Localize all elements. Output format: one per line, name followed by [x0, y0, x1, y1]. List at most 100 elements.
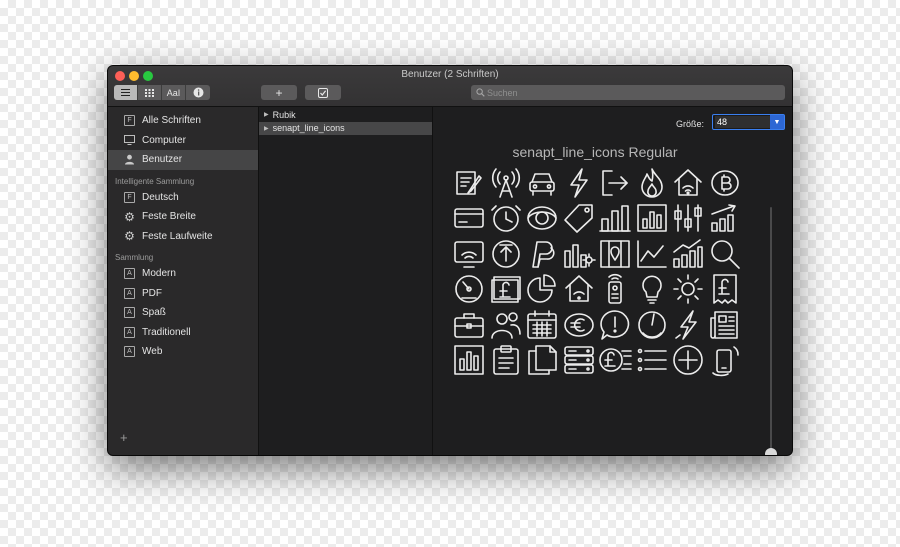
monitor-icon	[124, 135, 135, 146]
pie-chart-icon	[524, 272, 561, 308]
briefcase-icon	[451, 307, 488, 343]
sidebar-item-label: Computer	[142, 134, 186, 146]
team-users-icon	[488, 307, 525, 343]
view-grid-button[interactable]	[138, 85, 162, 100]
sidebar-item-label: PDF	[142, 287, 162, 299]
validate-font-button[interactable]	[305, 85, 341, 100]
bitcoin-coin-icon	[707, 165, 744, 201]
size-label: Größe:	[676, 119, 705, 129]
sidebar-item-benutzer[interactable]: Benutzer	[108, 150, 258, 170]
info-button[interactable]	[186, 85, 210, 100]
collection-header: Sammlung	[115, 253, 154, 262]
eye-target-icon	[524, 201, 561, 237]
font-list-item-rubik[interactable]: ▶ Rubik	[259, 108, 432, 122]
font-book-icon: F	[124, 191, 135, 203]
disclosure-triangle-icon[interactable]: ▶	[264, 111, 269, 118]
size-slider-knob[interactable]	[765, 448, 777, 455]
bar-chart-icon	[597, 201, 634, 237]
sidebar-item-label: Spaß	[142, 307, 166, 319]
sidebar-item-label: Benutzer	[142, 154, 183, 166]
home-wifi-icon	[561, 272, 598, 308]
sidebar-item-feste-breite[interactable]: ⚙ Feste Breite	[108, 207, 258, 227]
titlebar: Benutzer (2 Schriften) AaI +	[108, 66, 792, 107]
server-stack-icon	[561, 343, 598, 379]
pound-coin-list-icon	[597, 343, 634, 379]
credit-card-icon	[451, 201, 488, 237]
checkbox-icon	[318, 87, 328, 98]
sidebar-item-label: Traditionell	[142, 326, 191, 338]
sidebar-item-label: Feste Breite	[142, 211, 196, 223]
size-combobox[interactable]: ▼	[712, 114, 785, 130]
flame-icon	[634, 165, 671, 201]
font-list: ▶ Rubik ▶ senapt_line_icons	[259, 107, 433, 455]
search-input[interactable]	[485, 87, 767, 98]
sidebar-item-label: Web	[142, 346, 163, 358]
sidebar-item-label: Alle Schriften	[142, 115, 201, 127]
font-family-label: senapt_line_icons	[272, 123, 345, 134]
size-slider-track[interactable]	[770, 207, 772, 455]
sidebar-item-feste-laufweite[interactable]: ⚙ Feste Laufweite	[108, 227, 258, 247]
mobile-signal-icon	[707, 343, 744, 379]
lightning-bolt-icon	[561, 165, 598, 201]
price-tag-icon	[561, 201, 598, 237]
search-magnifier-icon	[707, 236, 744, 272]
upload-circle-icon	[488, 236, 525, 272]
list-view-icon	[121, 89, 130, 96]
light-bulb-icon	[634, 272, 671, 308]
pound-card-icon	[488, 272, 525, 308]
size-input[interactable]	[715, 116, 771, 128]
sidebar-item-label: Modern	[142, 268, 176, 280]
calendar-icon	[524, 307, 561, 343]
line-chart-icon	[634, 236, 671, 272]
car-front-icon	[524, 165, 561, 201]
list-menu-icon	[634, 343, 671, 379]
font-a-icon: A	[124, 268, 135, 280]
view-list-button[interactable]	[114, 85, 138, 100]
slider-controls-icon	[670, 201, 707, 237]
font-a-icon: A	[124, 346, 135, 358]
euro-coin-icon	[561, 307, 598, 343]
grid-view-icon	[145, 89, 154, 97]
info-icon	[193, 87, 203, 98]
document-copy-icon	[524, 343, 561, 379]
bars-gear-icon	[561, 236, 598, 272]
sidebar-item-pdf[interactable]: A PDF	[108, 284, 258, 304]
lightning-icon	[670, 307, 707, 343]
view-mode-segmented: AaI	[114, 85, 210, 100]
disclosure-triangle-icon[interactable]: ▶	[264, 125, 269, 132]
sidebar-item-deutsch[interactable]: F Deutsch	[108, 188, 258, 208]
font-book-icon: F	[124, 115, 135, 127]
sidebar-item-traditionell[interactable]: A Traditionell	[108, 323, 258, 343]
remote-control-icon	[597, 272, 634, 308]
smart-home-icon	[670, 165, 707, 201]
bar-chart-box-icon	[634, 201, 671, 237]
sidebar-item-alle-schriften[interactable]: F Alle Schriften	[108, 111, 258, 131]
window-title: Benutzer (2 Schriften)	[401, 69, 499, 80]
wifi-monitor-icon	[451, 236, 488, 272]
sidebar-item-modern[interactable]: A Modern	[108, 264, 258, 284]
note-edit-icon	[451, 165, 488, 201]
pound-receipt-icon	[707, 272, 744, 308]
broadcast-tower-icon	[488, 165, 525, 201]
search-field[interactable]	[471, 85, 785, 100]
sidebar-item-label: Feste Laufweite	[142, 230, 213, 242]
chevron-down-icon[interactable]: ▼	[770, 115, 784, 129]
add-font-button[interactable]: +	[261, 85, 297, 100]
view-sample-button[interactable]: AaI	[162, 85, 186, 100]
alert-chat-icon	[597, 307, 634, 343]
bar-chart-simple-icon	[451, 343, 488, 379]
font-list-item-senapt[interactable]: ▶ senapt_line_icons	[259, 121, 432, 135]
sidebar-item-spass[interactable]: A Spaß	[108, 303, 258, 323]
newspaper-icon	[707, 307, 744, 343]
font-preview-title: senapt_line_icons Regular	[512, 144, 678, 160]
sidebar-item-computer[interactable]: Computer	[108, 131, 258, 151]
sidebar-item-web[interactable]: A Web	[108, 342, 258, 362]
font-book-window: Benutzer (2 Schriften) AaI + F Alle Sc	[108, 66, 792, 455]
exit-arrow-icon	[597, 165, 634, 201]
growth-bars-icon	[670, 236, 707, 272]
sidebar-item-label: Deutsch	[142, 191, 179, 203]
search-icon	[476, 88, 485, 97]
add-collection-button[interactable]: +	[120, 430, 128, 445]
sun-icon	[670, 272, 707, 308]
clock-icon	[488, 201, 525, 237]
